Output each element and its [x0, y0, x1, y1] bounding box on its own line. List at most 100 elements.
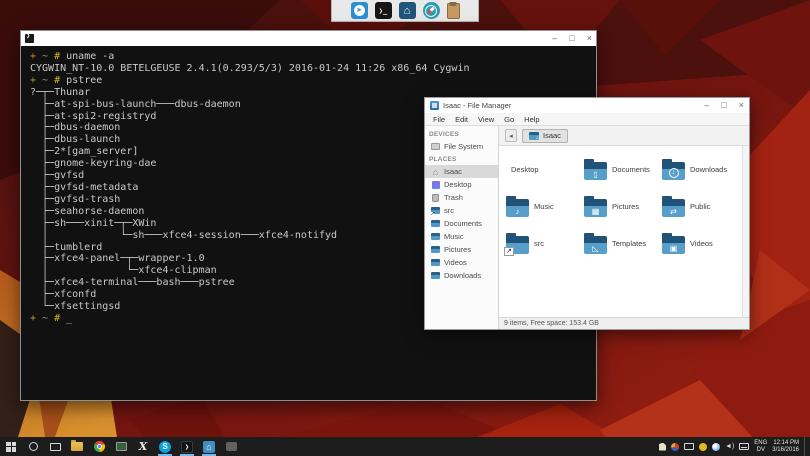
show-desktop-button[interactable]	[804, 437, 807, 456]
cygwin-terminal-button[interactable]: ❯	[176, 437, 198, 456]
close-button[interactable]: ×	[739, 98, 744, 113]
terminal-prompt-line: + ~ # pstree	[30, 75, 596, 87]
toolbar: ◂ Isaac	[499, 126, 749, 146]
file-item-public[interactable]: ⇄Public	[660, 188, 738, 225]
file-manager-titlebar[interactable]: Isaac - File Manager – □ ×	[425, 98, 749, 113]
file-explorer-button[interactable]	[66, 437, 88, 456]
file-item-src[interactable]: ↗src	[504, 225, 582, 262]
maximize-button[interactable]: □	[569, 31, 574, 46]
file-item-documents[interactable]: ▯Documents	[582, 151, 660, 188]
chrome-button[interactable]	[88, 437, 110, 456]
src-folder-icon: ↗	[506, 236, 529, 254]
status-tray-icon[interactable]	[699, 443, 707, 451]
terminal-titlebar[interactable]: – □ ×	[21, 31, 596, 46]
top-dock: ➤ ❯_ ⌂	[331, 0, 479, 22]
menu-help[interactable]: Help	[519, 115, 544, 124]
status-bar: 9 items, Free space: 153.4 GB	[499, 317, 749, 329]
media-app-icon	[116, 442, 127, 451]
menu-file[interactable]: File	[428, 115, 450, 124]
places-header: PLACES	[425, 153, 498, 165]
notes-tray-icon[interactable]	[659, 443, 666, 451]
file-view[interactable]: Desktop ▯Documents ↓Downloads ♪Music ▦Pi…	[499, 146, 749, 317]
volume-tray-icon[interactable]: ◄)	[725, 443, 734, 451]
sidebar-item-file-system[interactable]: File System	[425, 140, 498, 153]
start-button[interactable]	[0, 437, 22, 456]
menu-bar: File Edit View Go Help	[425, 113, 749, 126]
cortana-icon	[29, 442, 38, 451]
menu-edit[interactable]: Edit	[450, 115, 473, 124]
time: 12:14 PM	[773, 440, 799, 446]
file-item-music[interactable]: ♪Music	[504, 188, 582, 225]
folder-icon	[431, 246, 440, 254]
launcher-icon[interactable]: ➤	[351, 2, 368, 19]
sidebar-item-music[interactable]: Music	[425, 230, 498, 243]
command-pstree: pstree	[66, 75, 102, 86]
sidebar-item-downloads[interactable]: Downloads	[425, 269, 498, 282]
date: 3/16/2016	[772, 447, 799, 453]
clipboard-launcher-icon[interactable]	[447, 3, 460, 19]
videos-folder-icon: ▣	[662, 236, 685, 254]
file-item-downloads[interactable]: ↓Downloads	[660, 151, 738, 188]
back-button[interactable]: ◂	[505, 129, 517, 142]
menu-view[interactable]: View	[473, 115, 499, 124]
sidebar-item-videos[interactable]: Videos	[425, 256, 498, 269]
task-view-icon	[50, 443, 61, 451]
menu-go[interactable]: Go	[499, 115, 519, 124]
terminal-icon: ❯	[181, 441, 193, 453]
folder-icon	[431, 233, 440, 241]
cursor: _	[66, 313, 72, 324]
cortana-button[interactable]	[22, 437, 44, 456]
home-glyph: ⌂	[404, 5, 411, 17]
network-tray-icon[interactable]	[712, 443, 720, 451]
sidebar-item-documents[interactable]: Documents	[425, 217, 498, 230]
skype-icon: S	[159, 441, 171, 453]
minimize-button[interactable]: –	[704, 98, 709, 113]
sidebar-item-trash[interactable]: Trash	[425, 191, 498, 204]
touch-keyboard-tray-icon[interactable]	[739, 443, 749, 450]
file-item-templates[interactable]: ◺Templates	[582, 225, 660, 262]
shortcut-emblem-icon: ↗	[504, 247, 514, 256]
documents-folder-icon: ▯	[584, 162, 607, 180]
file-item-pictures[interactable]: ▦Pictures	[582, 188, 660, 225]
uname-output: CYGWIN_NT-10.0 BETELGEUSE 2.4.1(0.293/5/…	[30, 63, 596, 75]
xserver-icon: X	[139, 441, 148, 452]
maximize-button[interactable]: □	[721, 98, 726, 113]
folder-icon	[431, 272, 440, 280]
skype-button[interactable]: S	[154, 437, 176, 456]
terminal-prompt-glyph: ❯_	[379, 7, 387, 15]
terminal-launcher-icon[interactable]: ❯_	[375, 2, 392, 19]
trash-icon	[431, 194, 440, 202]
music-folder-icon: ♪	[506, 199, 529, 217]
xserver-button[interactable]: X	[132, 437, 154, 456]
gray-app-button[interactable]	[220, 437, 242, 456]
path-button[interactable]: Isaac	[522, 129, 568, 143]
language-indicator[interactable]: ENGDV	[754, 440, 767, 453]
window-title: Isaac - File Manager	[443, 101, 511, 110]
scrollbar[interactable]	[742, 146, 749, 317]
sync-tray-icon[interactable]	[671, 443, 679, 451]
downloads-folder-icon: ↓	[662, 162, 685, 180]
folder-icon	[431, 220, 440, 228]
sidebar-item-desktop[interactable]: Desktop	[425, 178, 498, 191]
sidebar-item-isaac[interactable]: ⌂Isaac	[425, 165, 498, 178]
command-uname: uname -a	[66, 51, 114, 62]
sidebar-item-pictures[interactable]: Pictures	[425, 243, 498, 256]
clock[interactable]: 12:14 PM3/16/2016	[772, 440, 799, 453]
file-item-desktop[interactable]: Desktop	[504, 151, 582, 188]
file-manager-button[interactable]: ⌂	[198, 437, 220, 456]
close-button[interactable]: ×	[587, 31, 592, 46]
sidebar: DEVICES File System PLACES ⌂Isaac Deskto…	[425, 126, 499, 329]
home-folder-icon	[529, 132, 539, 140]
media-app-button[interactable]	[110, 437, 132, 456]
browser-launcher-icon[interactable]	[423, 2, 440, 19]
display-tray-icon[interactable]	[684, 443, 694, 450]
sidebar-item-src[interactable]: src	[425, 204, 498, 217]
file-manager-window-controls: – □ ×	[704, 98, 744, 113]
terminal-window-controls: – □ ×	[552, 31, 592, 46]
file-manager-launcher-icon[interactable]: ⌂	[399, 2, 416, 19]
file-item-videos[interactable]: ▣Videos	[660, 225, 738, 262]
minimize-button[interactable]: –	[552, 31, 557, 46]
home-icon: ⌂	[431, 168, 440, 176]
desktop: ➤ ❯_ ⌂ – □ × + ~ # uname -a CYGWIN_NT-10…	[0, 0, 810, 456]
task-view-button[interactable]	[44, 437, 66, 456]
